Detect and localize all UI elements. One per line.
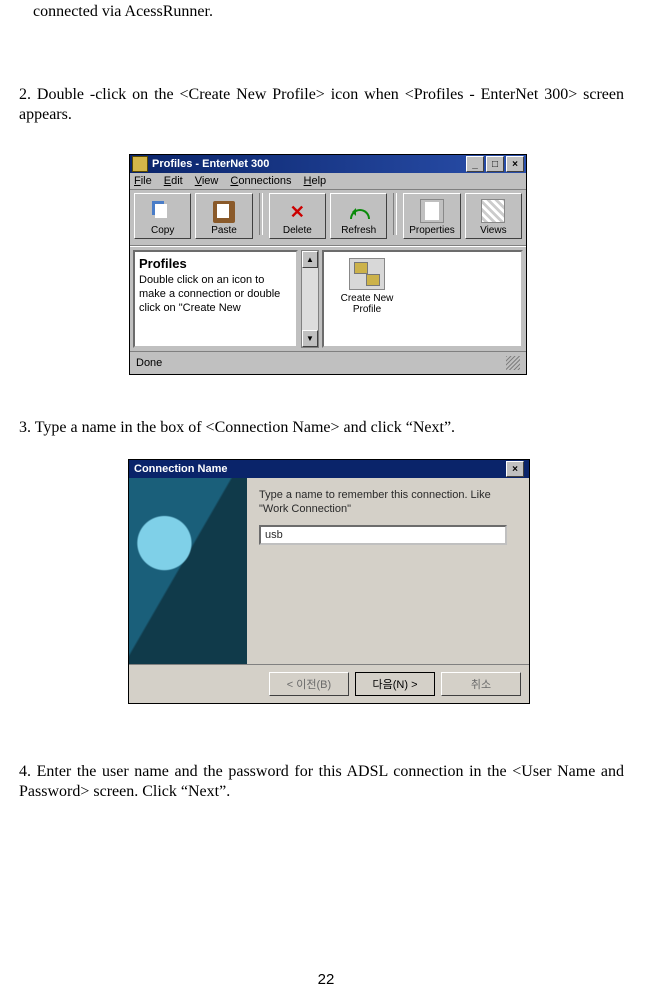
titlebar[interactable]: Profiles - EnterNet 300 _ □ ×: [130, 155, 526, 173]
connection-name-input[interactable]: usb: [259, 525, 507, 545]
instruction-text: Type a name to remember this connection.…: [259, 488, 517, 517]
resize-grip-icon[interactable]: [506, 356, 520, 370]
icon-area: Create NewProfile: [322, 250, 523, 348]
properties-icon: [420, 199, 444, 223]
refresh-button[interactable]: Refresh: [330, 193, 387, 239]
views-icon: [481, 199, 505, 223]
body-text-4: 4. Enter the user name and the password …: [19, 762, 624, 802]
profiles-info-pane: Profiles Double click on an icon to make…: [133, 250, 298, 348]
copy-icon: [152, 201, 174, 223]
next-button[interactable]: 다음(N) >: [355, 672, 435, 696]
close-button[interactable]: ×: [506, 461, 524, 477]
delete-icon: [286, 201, 308, 223]
connection-name-dialog: Connection Name × Type a name to remembe…: [128, 459, 530, 704]
body-text-2: 2. Double -click on the <Create New Prof…: [19, 85, 624, 125]
app-icon: [132, 156, 148, 172]
menu-view[interactable]: View: [195, 175, 219, 187]
maximize-button[interactable]: □: [486, 156, 504, 172]
toolbar-separator: [393, 193, 397, 235]
body-text-3: 3. Type a name in the box of <Connection…: [19, 418, 624, 438]
menu-help[interactable]: Help: [304, 175, 327, 187]
create-new-profile-icon[interactable]: Create NewProfile: [330, 258, 404, 315]
scroll-up-icon[interactable]: ▲: [302, 251, 318, 268]
minimize-button[interactable]: _: [466, 156, 484, 172]
delete-button[interactable]: Delete: [269, 193, 326, 239]
back-button[interactable]: < 이전(B): [269, 672, 349, 696]
profiles-window: Profiles - EnterNet 300 _ □ × File Edit …: [129, 154, 527, 375]
window-title: Profiles - EnterNet 300: [152, 158, 464, 170]
profiles-heading: Profiles: [139, 256, 292, 272]
menu-connections[interactable]: Connections: [230, 175, 291, 187]
paste-button[interactable]: Paste: [195, 193, 252, 239]
menu-edit[interactable]: Edit: [164, 175, 183, 187]
status-text: Done: [136, 357, 162, 369]
scrollbar[interactable]: ▲ ▼: [301, 250, 319, 348]
close-button[interactable]: ×: [506, 156, 524, 172]
toolbar: Copy Paste Delete Refresh Properties Vie…: [130, 190, 526, 246]
button-row: < 이전(B) 다음(N) > 취소: [129, 664, 529, 703]
dialog-title: Connection Name: [134, 463, 228, 475]
cancel-button[interactable]: 취소: [441, 672, 521, 696]
views-button[interactable]: Views: [465, 193, 522, 239]
body-text-1: connected via AcessRunner.: [33, 2, 613, 22]
menubar: File Edit View Connections Help: [130, 173, 526, 190]
copy-button[interactable]: Copy: [134, 193, 191, 239]
statusbar: Done: [130, 351, 526, 374]
page-number: 22: [0, 971, 652, 988]
wizard-graphic: [129, 478, 247, 664]
profile-icon: [349, 258, 385, 290]
properties-button[interactable]: Properties: [403, 193, 460, 239]
menu-file[interactable]: File: [134, 175, 152, 187]
refresh-icon: [348, 201, 370, 223]
scroll-down-icon[interactable]: ▼: [302, 330, 318, 347]
toolbar-separator: [259, 193, 263, 235]
paste-icon: [213, 201, 235, 223]
profiles-info-text: Double click on an icon to make a connec…: [139, 274, 292, 315]
titlebar[interactable]: Connection Name ×: [129, 460, 529, 478]
